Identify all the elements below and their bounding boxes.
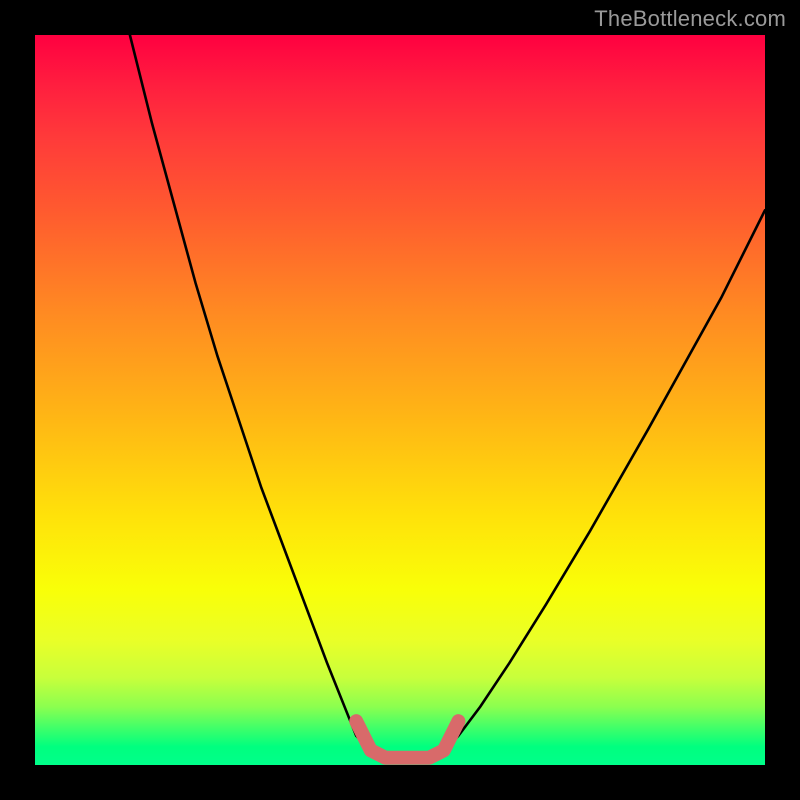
chart-frame: TheBottleneck.com [0,0,800,800]
optimal-segment [356,721,458,758]
curve-left [130,35,371,750]
attribution-text: TheBottleneck.com [594,6,786,32]
curve-right [444,210,765,750]
plot-area [35,35,765,765]
chart-svg [35,35,765,765]
